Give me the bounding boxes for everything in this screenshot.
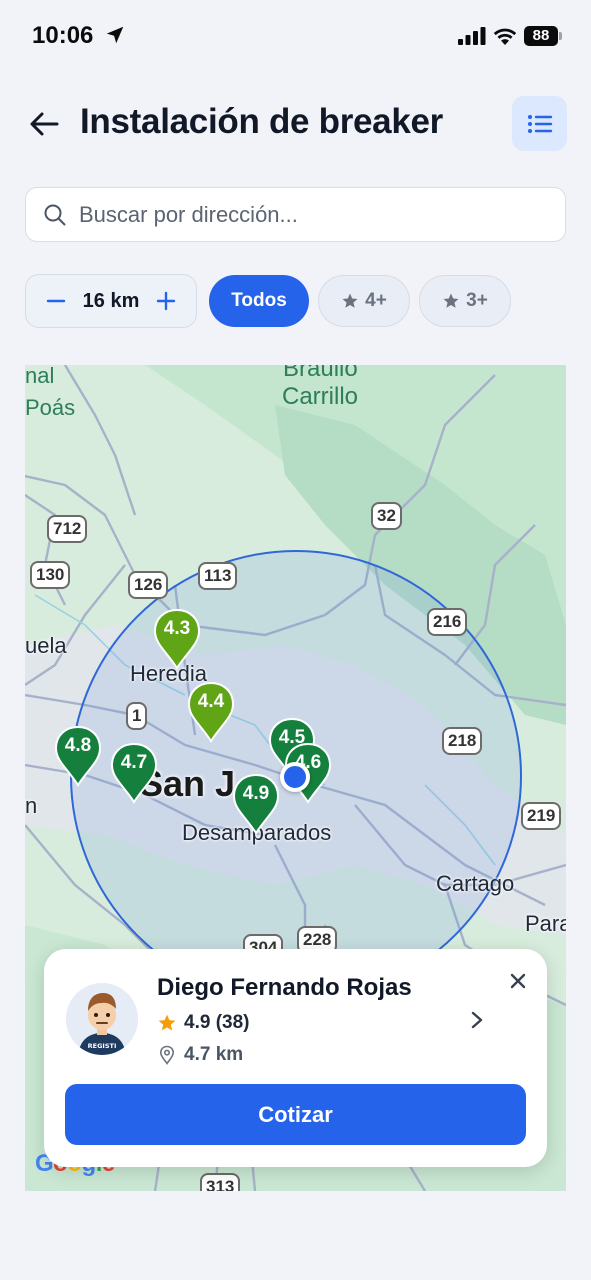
road-shield-218: 218 (442, 727, 483, 755)
provider-distance-text: 4.7 km (184, 1044, 244, 1065)
road-shield-126: 126 (128, 571, 169, 599)
pin-rating: 4.8 (64, 735, 92, 756)
search-input[interactable] (79, 201, 539, 228)
wifi-icon (493, 28, 517, 45)
star-icon (443, 293, 459, 308)
road-shield-712: 712 (47, 515, 88, 543)
map-pin-outline-icon (159, 1045, 175, 1065)
road-shield-32: 32 (371, 502, 402, 530)
road-shield-113: 113 (198, 562, 238, 590)
pin-rating: 4.3 (163, 618, 191, 639)
pin-rating: 4.9 (242, 783, 270, 804)
road-shield-1: 1 (126, 702, 148, 730)
provider-pin[interactable]: 4.7 (109, 742, 159, 804)
provider-pin[interactable]: 4.3 (152, 608, 202, 670)
pin-rating: 4.7 (120, 752, 148, 773)
radius-increase-button[interactable] (146, 275, 186, 327)
cellular-signal-icon (458, 27, 486, 45)
filter-chip-all[interactable]: Todos (209, 275, 309, 327)
status-time: 10:06 (32, 22, 94, 49)
road-shield-216: 216 (427, 608, 468, 636)
provider-distance: 4.7 km (159, 1044, 243, 1066)
provider-pin[interactable]: 4.8 (53, 725, 103, 787)
road-shield-219: 219 (521, 802, 562, 830)
radius-stepper: 16 km (25, 274, 197, 328)
view-provider-button[interactable] (464, 1007, 490, 1033)
search-box[interactable] (25, 187, 566, 242)
battery-tip (559, 32, 562, 40)
road-shield-313: 313 (200, 1173, 241, 1191)
provider-rating: 4.9 (38) (157, 1012, 249, 1034)
status-bar: 10:06 88 (0, 0, 591, 76)
filter-chip-label: Todos (231, 290, 287, 311)
close-icon (510, 973, 526, 989)
quote-button[interactable]: Cotizar (65, 1084, 526, 1145)
back-button[interactable] (24, 104, 64, 144)
filter-chip-label: 3+ (466, 290, 488, 311)
arrow-left-icon (30, 112, 59, 136)
radius-value: 16 km (82, 289, 140, 312)
search-icon (44, 204, 66, 225)
minus-icon (46, 299, 66, 303)
provider-rating-text: 4.9 (38) (184, 1012, 250, 1033)
plus-icon (156, 291, 176, 311)
battery-indicator: 88 (524, 26, 558, 46)
map-label-paraiso: Para (525, 911, 566, 936)
filter-chip-label: 4+ (365, 290, 387, 311)
avatar-badge-text: REGISTI (88, 1042, 117, 1050)
user-location-dot (280, 762, 310, 792)
location-arrow-icon (106, 26, 124, 44)
filter-chip-3-plus[interactable]: 3+ (419, 275, 511, 327)
provider-avatar: REGISTI (66, 983, 138, 1055)
chevron-right-icon (471, 1011, 483, 1029)
avatar-illustration: REGISTI (66, 983, 138, 1055)
provider-pin[interactable]: 4.4 (186, 681, 236, 743)
list-icon (527, 114, 552, 133)
provider-name: Diego Fernando Rojas (157, 974, 412, 1001)
map-label-edge: n (25, 793, 38, 818)
radius-decrease-button[interactable] (36, 275, 76, 327)
page-title: Instalación de breaker (80, 102, 444, 141)
list-view-button[interactable] (512, 96, 567, 151)
pin-rating: 4.4 (197, 691, 225, 712)
provider-card[interactable]: REGISTI Diego Fernando Rojas 4.9 (38) 4.… (44, 949, 547, 1167)
map-label-carrillo: Carrillo (282, 383, 359, 410)
map-label-cartago: Cartago (436, 871, 515, 896)
map-label-uela: uela (25, 633, 67, 658)
road-shield-130: 130 (30, 561, 71, 589)
map-label-poas: Poás (25, 395, 76, 420)
filter-chip-4-plus[interactable]: 4+ (318, 275, 410, 327)
provider-pin[interactable]: 4.9 (231, 773, 281, 835)
star-icon (158, 1014, 176, 1031)
map-label-braulio: Braulio (283, 365, 358, 382)
map-label-nal: nal (25, 365, 55, 388)
star-icon (342, 293, 358, 308)
close-card-button[interactable] (504, 967, 532, 995)
